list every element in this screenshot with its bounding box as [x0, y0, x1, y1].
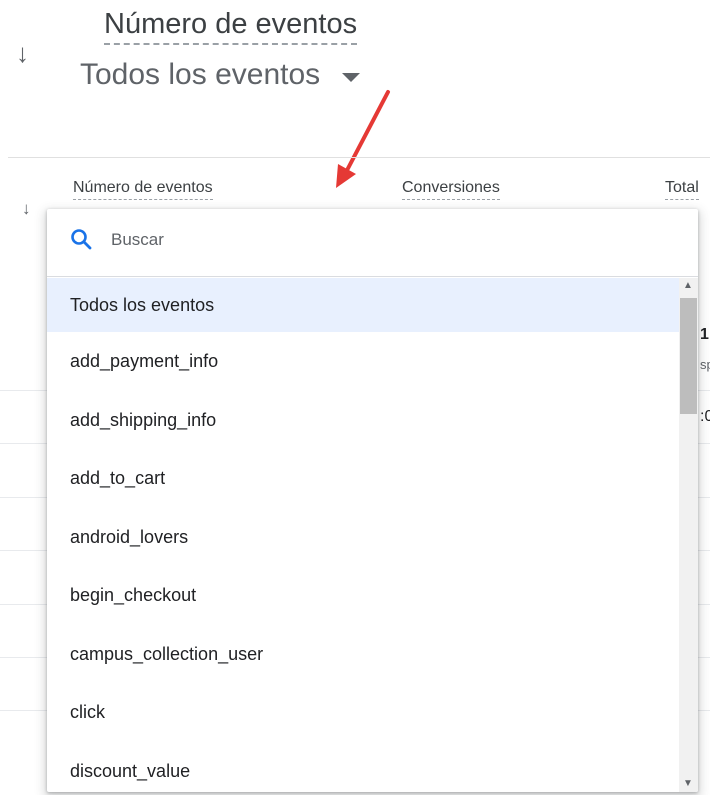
option-todos-los-eventos[interactable]: Todos los eventos: [47, 278, 679, 332]
table-sort-arrow-icon[interactable]: ↓: [22, 200, 31, 217]
scroll-down-icon[interactable]: ▼: [683, 779, 693, 789]
event-options-list: Todos los eventos add_payment_info add_s…: [47, 278, 679, 792]
option-add-to-cart[interactable]: add_to_cart: [47, 449, 679, 508]
event-dropdown-menu: Todos los eventos add_payment_info add_s…: [47, 209, 698, 792]
metric-title[interactable]: Número de eventos: [104, 8, 358, 45]
caret-down-icon: [342, 72, 361, 82]
option-add-shipping-info[interactable]: add_shipping_info: [47, 391, 679, 450]
option-android-lovers[interactable]: android_lovers: [47, 508, 679, 567]
search-input[interactable]: [111, 227, 671, 253]
divider: [8, 157, 710, 158]
table-cell: 1:: [700, 326, 710, 343]
option-click[interactable]: click: [47, 683, 679, 742]
event-filter-dropdown[interactable]: Todos los eventos: [80, 58, 361, 92]
search-icon: [71, 229, 92, 250]
option-discount-value[interactable]: discount_value: [47, 742, 679, 793]
scroll-up-icon[interactable]: ▲: [683, 281, 693, 291]
column-header-total[interactable]: Total: [665, 179, 699, 200]
option-begin-checkout[interactable]: begin_checkout: [47, 566, 679, 625]
option-add-payment-info[interactable]: add_payment_info: [47, 332, 679, 391]
column-header-event-count[interactable]: Número de eventos: [73, 179, 213, 200]
table-cell: sp: [700, 357, 710, 372]
sort-down-arrow-icon[interactable]: ↓: [16, 40, 29, 66]
option-campus-collection-user[interactable]: campus_collection_user: [47, 625, 679, 684]
search-row: [47, 209, 698, 277]
column-header-conversions[interactable]: Conversiones: [402, 179, 500, 200]
scrollbar-thumb[interactable]: [680, 298, 697, 414]
scrollbar[interactable]: ▲ ▼: [679, 278, 698, 792]
table-cell: :0: [700, 408, 710, 425]
event-filter-label: Todos los eventos: [80, 58, 321, 91]
annotation-arrow-icon: [336, 90, 390, 188]
